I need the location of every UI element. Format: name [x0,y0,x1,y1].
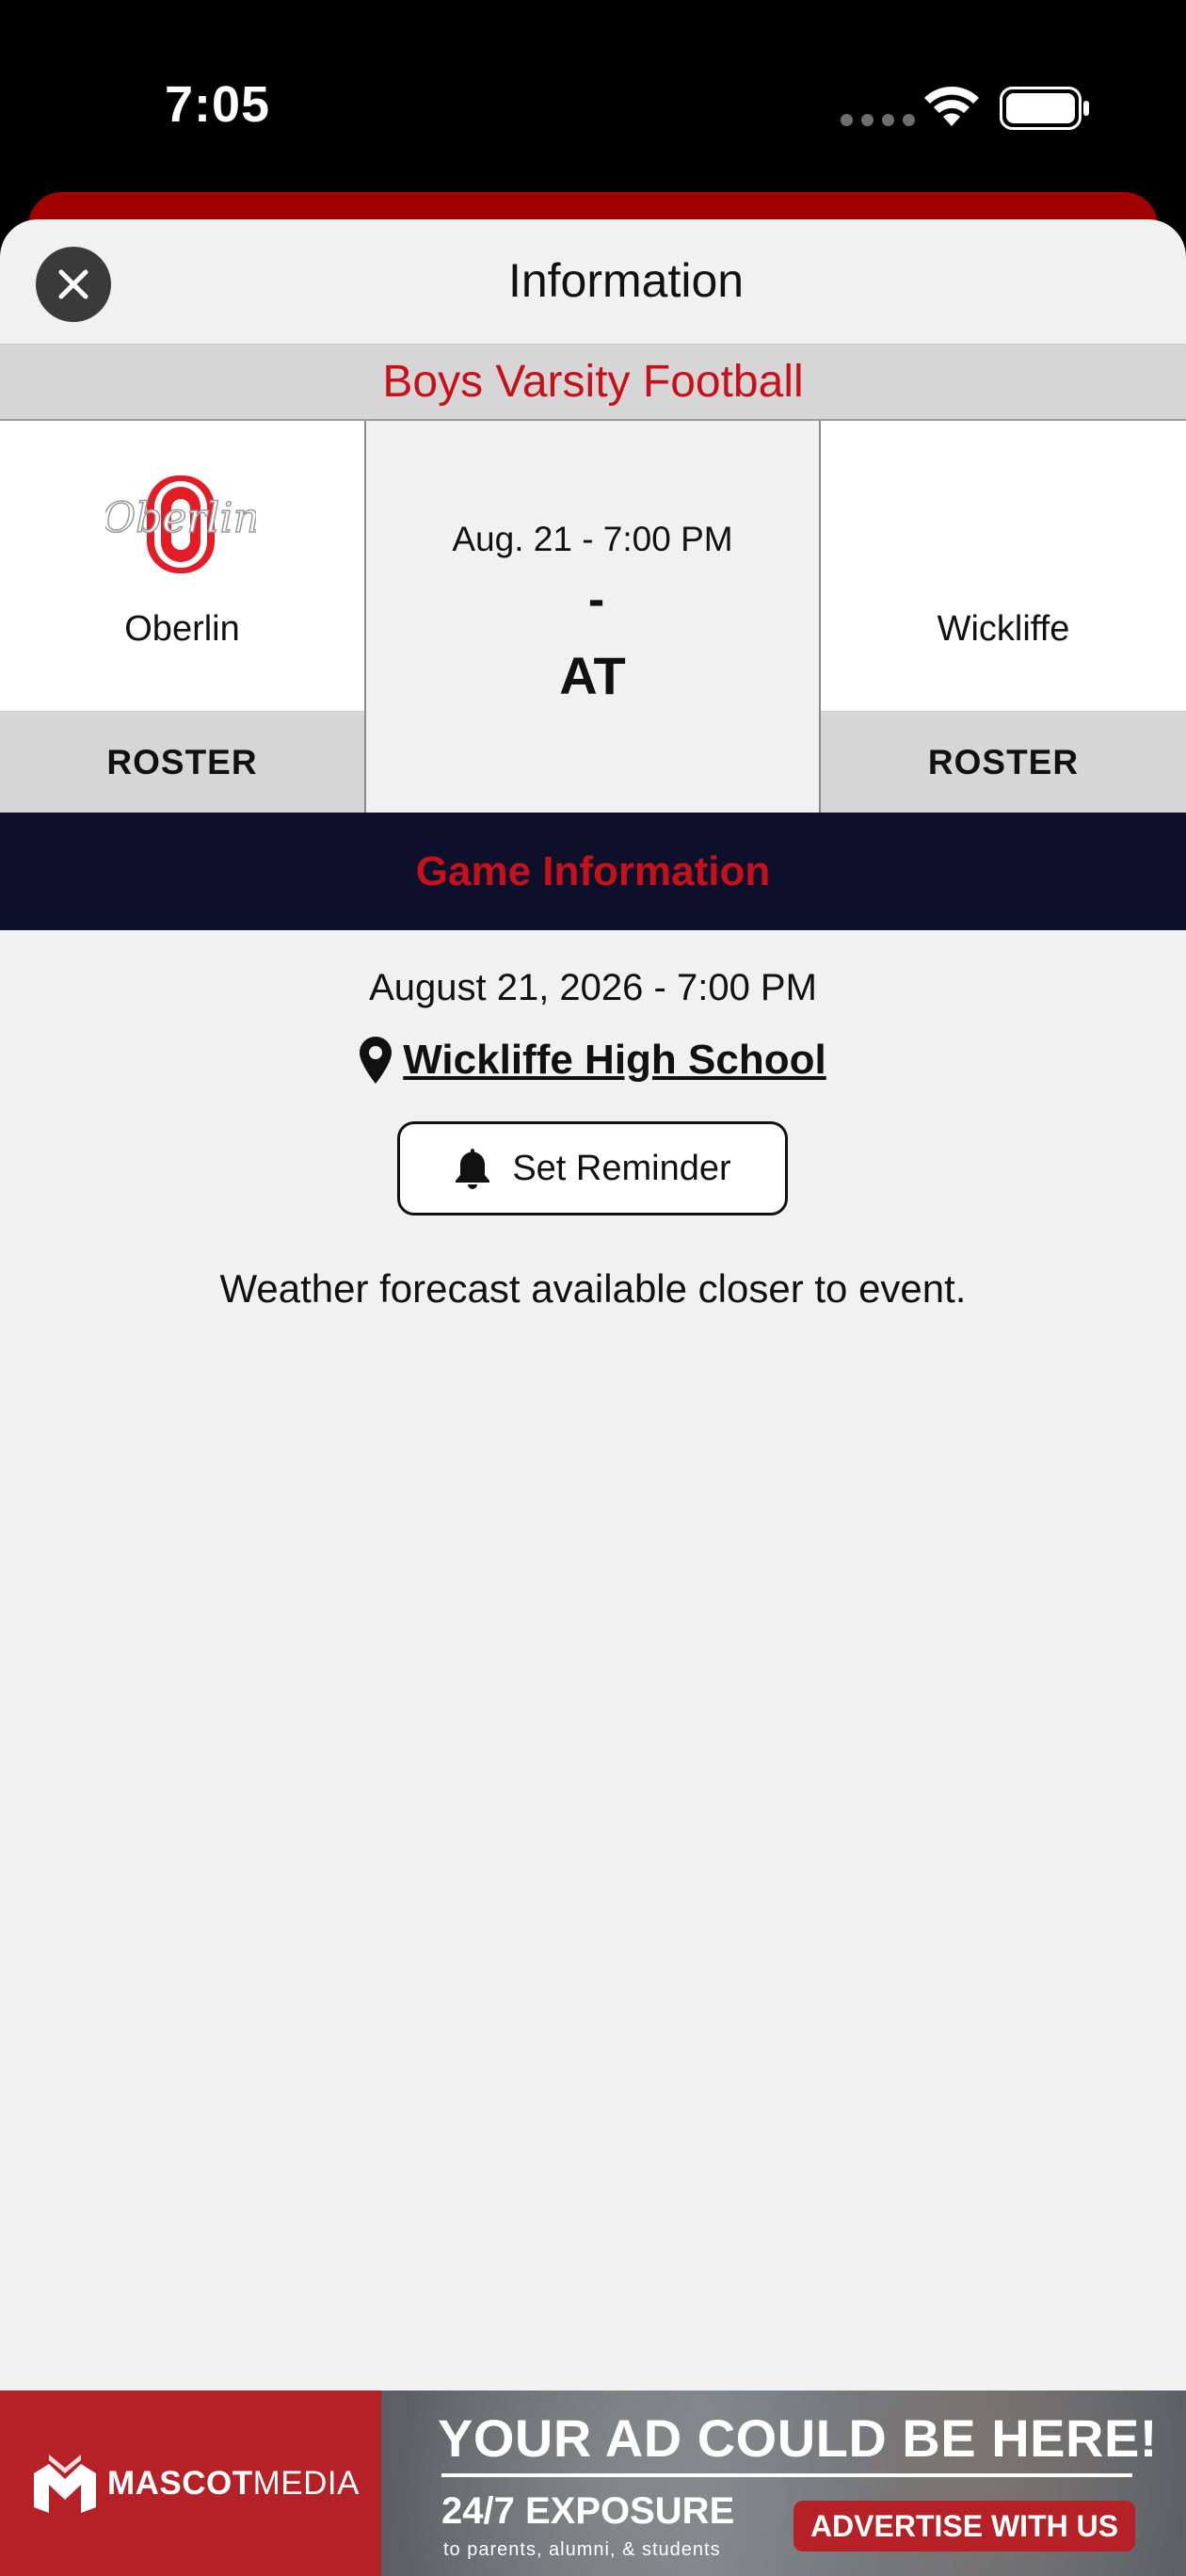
ad-photo: YOUR AD COULD BE HERE! 24/7 EXPOSURE to … [381,2391,1186,2576]
game-full-date: August 21, 2026 - 7:00 PM [369,967,817,1008]
information-sheet: Information Boys Varsity Football Oberli… [0,219,1186,2576]
ad-brand-name: MASCOTMEDIA [107,2464,361,2502]
bell-icon [456,1149,490,1189]
sport-bar: Boys Varsity Football [0,344,1186,421]
screen: 7:05 Information Boys Varsity Football O… [0,0,1186,2576]
sheet-header: Information [0,219,1186,344]
location-row[interactable]: Wickliffe High School [0,1037,1186,1084]
away-team-card[interactable]: Wickliffe [821,421,1186,711]
away-team: Wickliffe ROSTER [821,421,1186,813]
game-info-header: Game Information [0,813,1186,930]
home-roster-button[interactable]: ROSTER [0,711,364,813]
game-summary: Aug. 21 - 7:00 PM - AT [364,421,821,813]
away-roster-button[interactable]: ROSTER [821,711,1186,813]
set-reminder-label: Set Reminder [512,1148,731,1188]
home-team: Oberlin Oberlin ROSTER [0,421,364,813]
score: - [587,572,605,627]
oberlin-logo-text: Oberlin [105,494,256,542]
away-team-name: Wickliffe [937,609,1070,649]
weather-note: Weather forecast available closer to eve… [219,1266,967,1311]
home-team-card[interactable]: Oberlin Oberlin [0,421,364,711]
ad-headline: YOUR AD COULD BE HERE! [438,2408,1158,2468]
location-link[interactable]: Wickliffe High School [403,1037,825,1084]
matchup: Oberlin Oberlin ROSTER Aug. 21 - 7:00 PM… [0,421,1186,813]
game-datetime: Aug. 21 - 7:00 PM [452,520,733,558]
oberlin-logo: Oberlin [105,475,256,573]
signal-dots-icon [841,114,915,126]
ad-exposure: 24/7 EXPOSURE [441,2490,735,2532]
wifi-icon [924,86,979,126]
advertise-button[interactable]: ADVERTISE WITH US [793,2501,1135,2552]
location-type: AT [559,646,626,705]
set-reminder-button[interactable]: Set Reminder [397,1121,788,1216]
mascot-media-logo-icon [34,2454,96,2513]
battery-icon [1000,87,1089,130]
map-pin-icon [360,1037,393,1084]
home-team-name: Oberlin [124,609,240,649]
status-time: 7:05 [165,76,271,133]
sport-title: Boys Varsity Football [382,357,804,407]
ad-subtext: to parents, alumni, & students [443,2539,721,2560]
game-info-title: Game Information [415,847,771,894]
ad-brand: MASCOTMEDIA [0,2391,381,2576]
status-bar: 7:05 [0,0,1186,188]
ad-divider [441,2473,1132,2477]
ad-banner[interactable]: MASCOTMEDIA YOUR AD COULD BE HERE! 24/7 … [0,2391,1186,2576]
sheet-title: Information [507,254,745,307]
